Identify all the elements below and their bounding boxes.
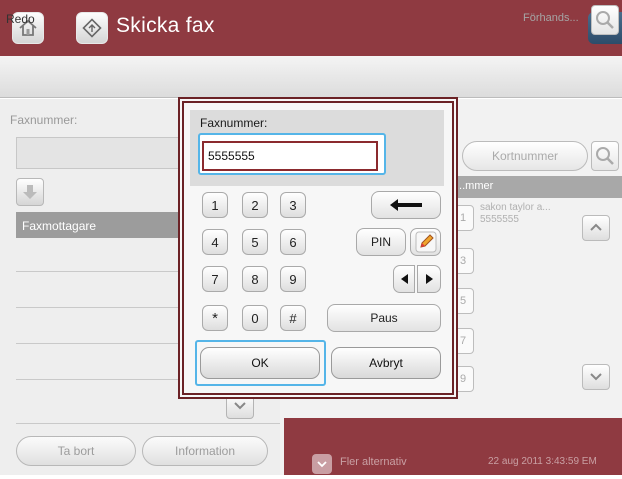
preview-button[interactable] (591, 5, 619, 35)
contact-row-tab[interactable]: 5 (452, 288, 474, 314)
pin-button[interactable]: PIN (356, 228, 406, 256)
more-options-label[interactable]: Fler alternativ (340, 456, 407, 468)
contact-row-tab[interactable]: 9 (452, 366, 474, 392)
scroll-down-button[interactable] (582, 364, 610, 390)
key-5[interactable]: 5 (242, 229, 268, 255)
scroll-down-button[interactable] (226, 393, 254, 419)
contact-row-tab[interactable]: 7 (452, 328, 474, 354)
key-6[interactable]: 6 (280, 229, 306, 255)
key-7[interactable]: 7 (202, 266, 228, 292)
scroll-up-button[interactable] (582, 215, 610, 241)
key-0[interactable]: 0 (242, 305, 268, 331)
backspace-button[interactable] (371, 191, 441, 219)
magnifier-icon (596, 11, 614, 29)
pencil-icon (415, 231, 436, 253)
key-2[interactable]: 2 (242, 192, 268, 218)
contact-row-tab[interactable]: 3 (452, 248, 474, 274)
status-text: Redo (6, 12, 35, 26)
cancel-button[interactable]: Avbryt (331, 347, 441, 379)
remove-button[interactable]: Ta bort (16, 436, 136, 466)
contact-row-tab[interactable]: 1 (452, 205, 474, 231)
key-hash[interactable]: # (280, 305, 306, 331)
chevron-down-icon (234, 402, 246, 410)
cursor-right-button[interactable] (417, 265, 441, 293)
magnifier-icon (596, 147, 614, 165)
key-8[interactable]: 8 (242, 266, 268, 292)
key-1[interactable]: 1 (202, 192, 228, 218)
key-star[interactable]: * (202, 305, 228, 331)
status-bar (0, 56, 622, 98)
fax-number-input[interactable] (202, 141, 378, 171)
speed-dial-button[interactable]: Kortnummer (462, 141, 588, 171)
arrow-down-icon (23, 185, 37, 199)
datetime: 22 aug 2011 3:43:59 EM (488, 456, 597, 467)
ok-button[interactable]: OK (200, 347, 320, 379)
key-3[interactable]: 3 (280, 192, 306, 218)
speed-dial-search-button[interactable] (591, 141, 619, 171)
information-button[interactable]: Information (142, 436, 268, 466)
app-title: Skicka fax (116, 14, 215, 37)
pause-button[interactable]: Paus (327, 304, 441, 332)
dialog-label: Faxnummer: (200, 116, 268, 130)
more-options-button[interactable] (312, 454, 332, 474)
key-4[interactable]: 4 (202, 229, 228, 255)
preview-label: Förhands... (523, 12, 579, 24)
backspace-arrow-icon (390, 199, 422, 211)
right-arrow-icon (425, 274, 433, 284)
chevron-up-icon (590, 223, 602, 231)
left-arrow-icon (400, 274, 408, 284)
edit-button[interactable] (410, 228, 441, 256)
contact-name[interactable]: sakon taylor a... (480, 202, 551, 213)
send-fax-icon (76, 12, 108, 44)
contact-number: 5555555 (480, 214, 519, 225)
contacts-header: ...mmer (444, 176, 622, 198)
fax-number-label: Faxnummer: (10, 113, 78, 127)
chevron-down-icon (590, 373, 602, 381)
cursor-left-button[interactable] (393, 265, 415, 293)
chevron-down-icon (317, 461, 327, 468)
key-9[interactable]: 9 (280, 266, 306, 292)
add-recipient-button[interactable] (16, 178, 44, 206)
